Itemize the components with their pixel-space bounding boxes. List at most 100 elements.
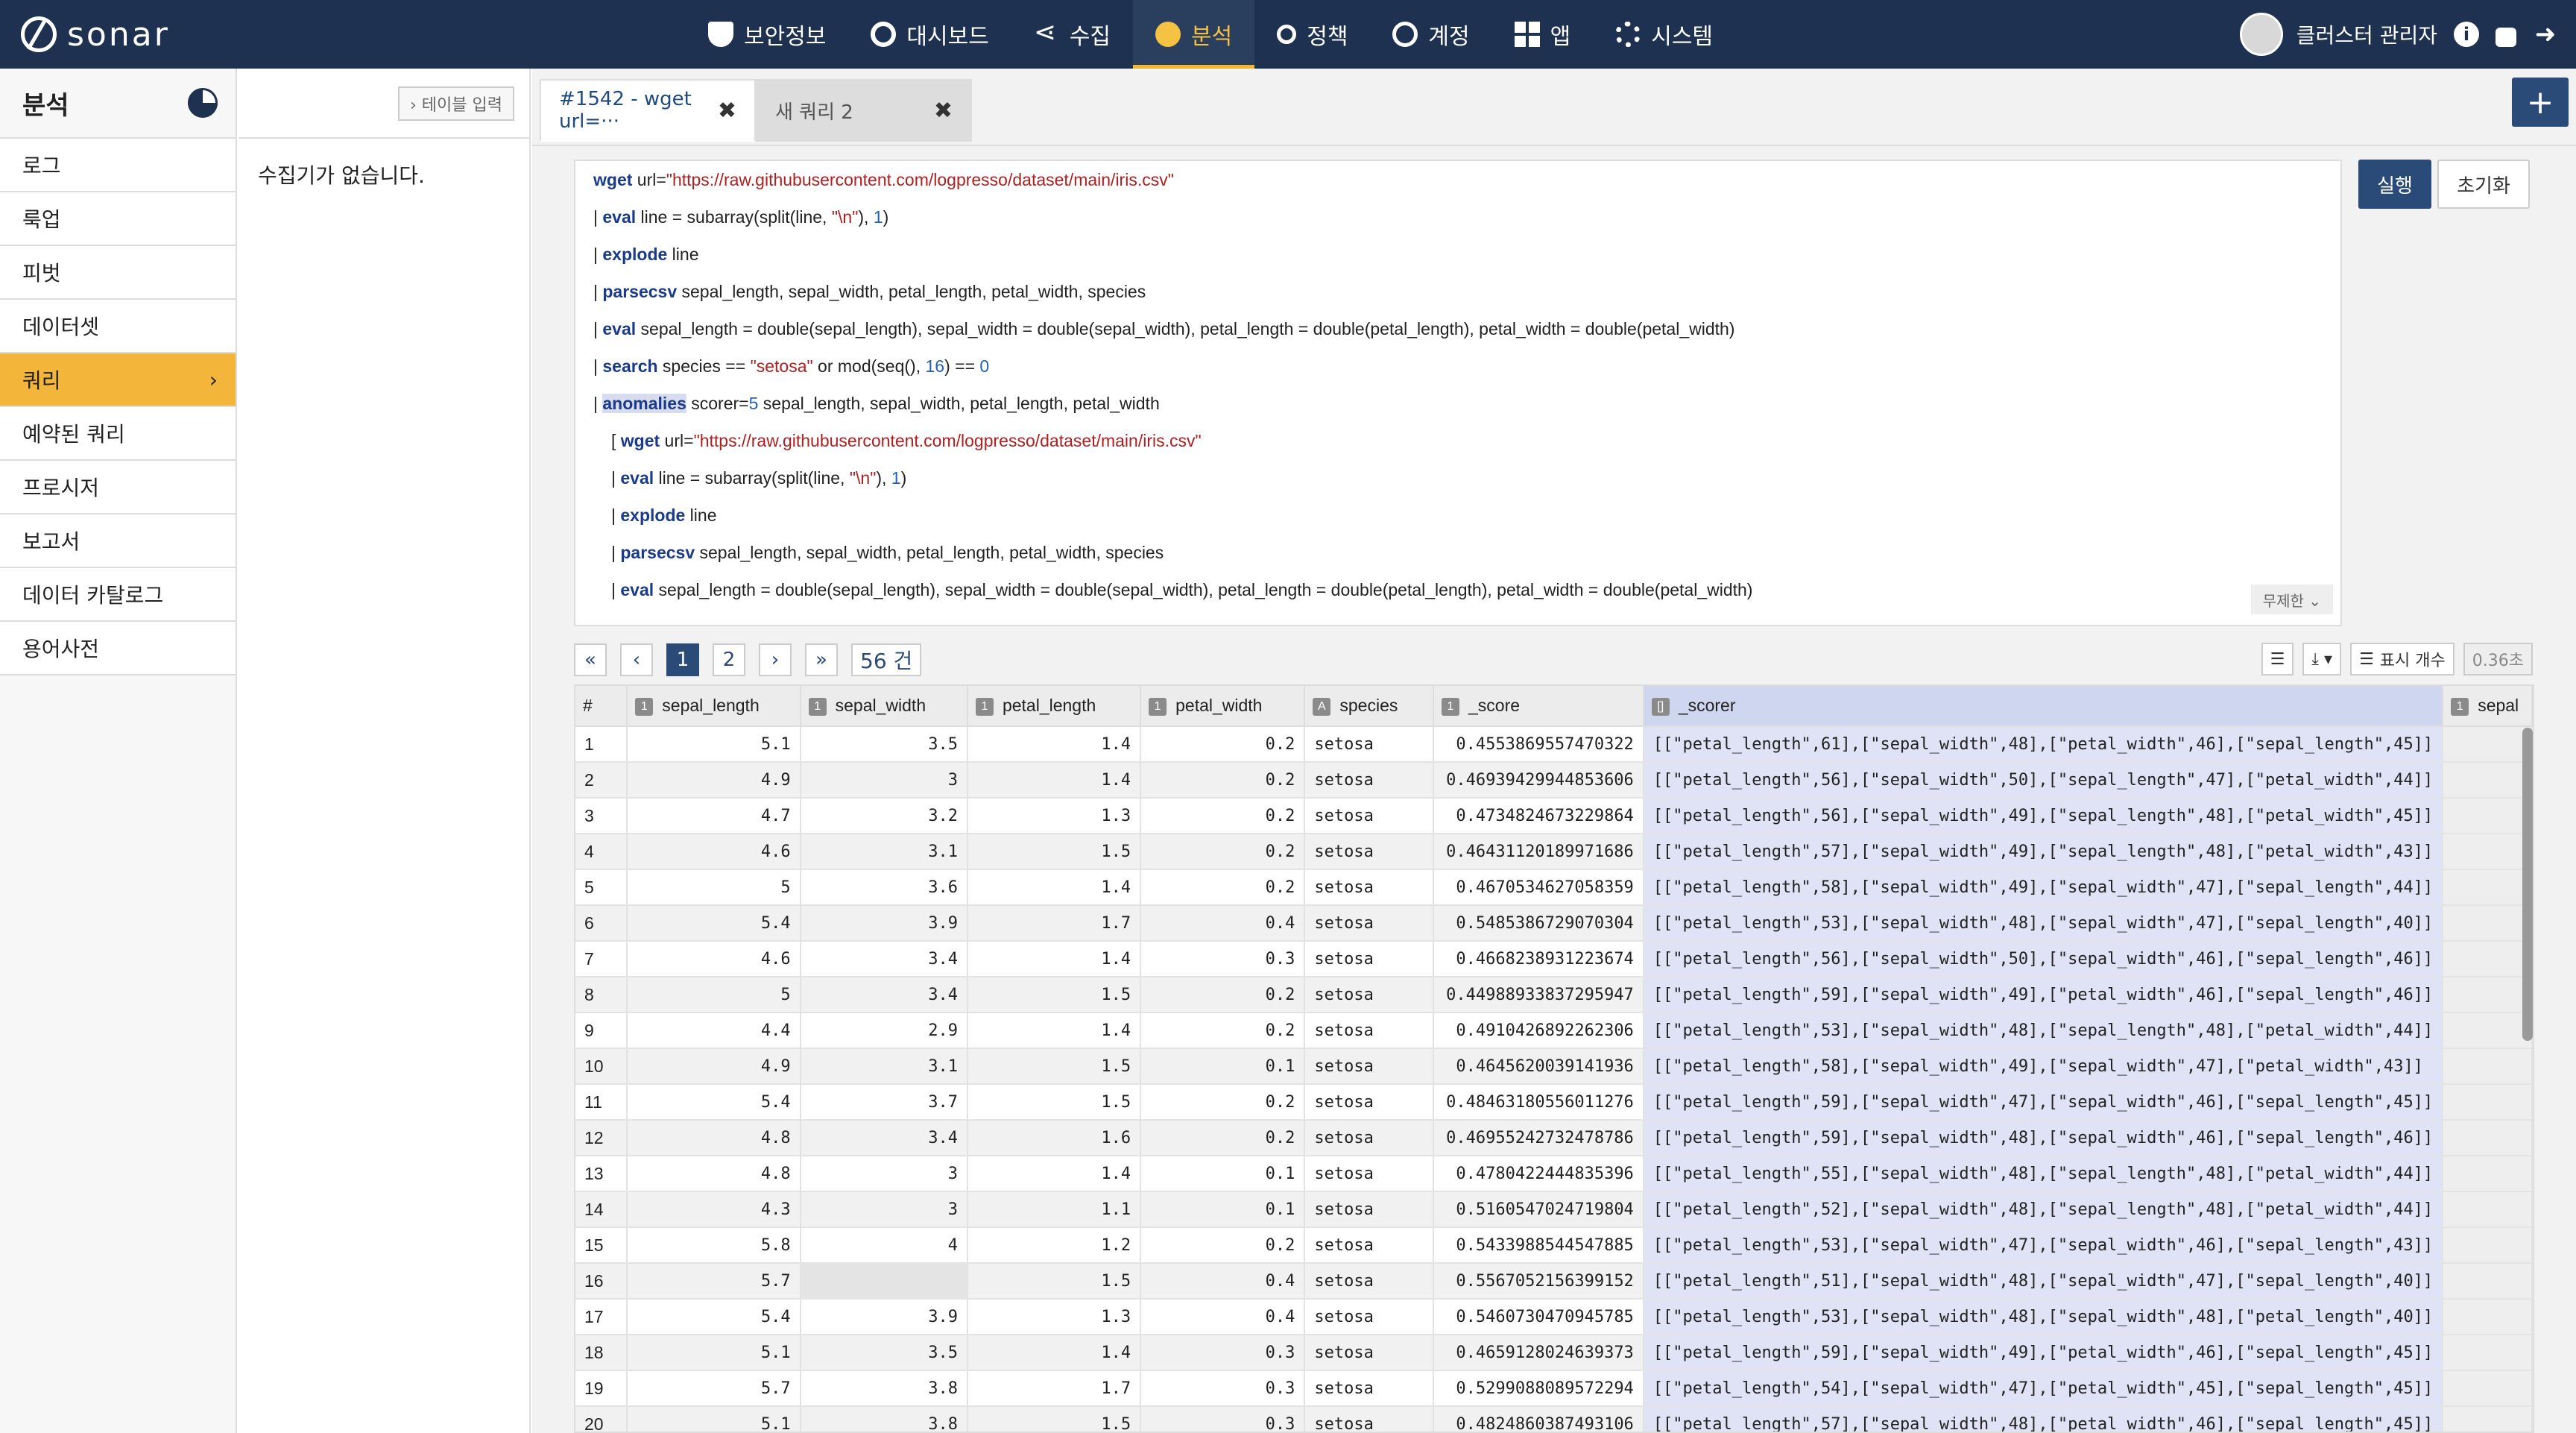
query-line: | eval line = subarray(split(line, "\n")…: [575, 459, 2340, 497]
table-cell: 1.5: [967, 1406, 1142, 1432]
view-toggle-icon[interactable]: ☰: [2261, 643, 2294, 675]
query-editor[interactable]: wget url="https://raw.githubusercontent.…: [574, 160, 2342, 626]
sidebar-item[interactable]: 룩업: [0, 192, 236, 246]
sidebar-item[interactable]: 쿼리 ›: [0, 353, 236, 407]
column-header[interactable]: 1 sepal_width: [800, 686, 968, 727]
column-header[interactable]: #: [575, 686, 628, 727]
sidebar-item[interactable]: 프로시저: [0, 461, 236, 514]
column-header[interactable]: 1 petal_length: [967, 686, 1142, 727]
column-header[interactable]: [] _scorer: [1643, 686, 2444, 727]
lock-icon[interactable]: [2496, 28, 2516, 47]
table-cell: setosa: [1304, 1120, 1434, 1156]
table-input-button[interactable]: › 테이블 입력: [398, 86, 514, 121]
first-page-button[interactable]: «: [574, 643, 607, 676]
sidebar-item[interactable]: 데이터 카탈로그: [0, 568, 236, 622]
vertical-scrollbar[interactable]: [2522, 728, 2533, 1041]
table-cell: 18: [575, 1335, 628, 1371]
nav-item-6[interactable]: 앱: [1492, 0, 1594, 69]
info-icon[interactable]: i: [2454, 22, 2479, 47]
avatar[interactable]: [2239, 13, 2283, 56]
nav-item-1[interactable]: 대시보드: [848, 0, 1011, 69]
table-row[interactable]: 3 4.7 3.2 1.3 0.2 setosa 0.4734824673229864 [["…: [575, 798, 2533, 834]
nav-item-0[interactable]: 보안정보: [686, 0, 848, 69]
table-cell: 2: [575, 762, 628, 799]
table-row[interactable]: 6 5.4 3.9 1.7 0.4 setosa 0.5485386729070304 [["…: [575, 905, 2533, 942]
table-row[interactable]: 2 4.9 3 1.4 0.2 setosa 0.46939429944853606 [["p…: [575, 762, 2533, 799]
table-cell: 3: [800, 762, 968, 799]
page-1-button[interactable]: 1: [666, 643, 699, 676]
table-row[interactable]: 9 4.4 2.9 1.4 0.2 setosa 0.4910426892262306 [["…: [575, 1012, 2533, 1049]
limit-dropdown[interactable]: 무제한 ⌄: [2250, 585, 2333, 614]
table-row[interactable]: 20 5.1 3.8 1.5 0.3 setosa 0.4824860387493106[[…: [575, 1406, 2533, 1432]
table-row[interactable]: 10 4.9 3.1 1.5 0.1 setosa 0.4645620039141936[[…: [575, 1048, 2533, 1085]
table-row[interactable]: 1 5.1 3.5 1.4 0.2 setosa 0.4553869557470322 [["…: [575, 726, 2533, 763]
table-cell: [2443, 1227, 2533, 1264]
reset-button[interactable]: 초기화: [2437, 160, 2530, 209]
tab-new-query-2[interactable]: 새 쿼리 2 ✖: [756, 79, 972, 142]
table-row[interactable]: 12 4.8 3.4 1.6 0.2 setosa 0.46955242732478786[…: [575, 1120, 2533, 1156]
query-token: eval: [620, 468, 654, 488]
table-cell: 5: [627, 869, 801, 906]
table-cell: 3.2: [800, 798, 968, 834]
table-cell: 19: [575, 1370, 628, 1407]
run-button[interactable]: 실행: [2358, 160, 2431, 209]
column-header[interactable]: Aspecies: [1304, 686, 1434, 727]
table-cell: 1.2: [967, 1227, 1142, 1264]
nav-item-2[interactable]: 수집: [1011, 0, 1133, 69]
sidebar-item[interactable]: 용어사전: [0, 622, 236, 675]
sidebar-item[interactable]: 예약된 쿼리: [0, 407, 236, 461]
table-cell: 0.1: [1140, 1048, 1306, 1085]
logo[interactable]: sonar: [21, 13, 170, 55]
display-count-button[interactable]: ☰ 표시 개수: [2350, 643, 2455, 675]
download-icon[interactable]: ⤓ ▾: [2302, 643, 2342, 675]
table-cell: setosa: [1304, 905, 1434, 942]
table-row[interactable]: 16 5.7 1.5 0.4 setosa 0.5567052156399152 [["pe…: [575, 1263, 2533, 1300]
table-cell: 5.4: [627, 1299, 801, 1335]
next-page-button[interactable]: ›: [759, 643, 792, 676]
tab-query-1542[interactable]: #1542 - wget url=··· ✖: [540, 79, 756, 142]
add-tab-button[interactable]: +: [2512, 78, 2569, 127]
table-cell: 1.5: [967, 834, 1142, 870]
column-header[interactable]: 1 sepal: [2443, 686, 2533, 727]
logout-icon[interactable]: ➜: [2533, 19, 2558, 49]
table-cell: [["petal_length",56],["sepal_width",50],…: [1643, 941, 2444, 977]
query-token: line: [685, 506, 717, 525]
nav-item-4[interactable]: 정책: [1254, 0, 1370, 69]
table-row[interactable]: 15 5.8 4 1.2 0.2 setosa 0.5433988544547885 [["p…: [575, 1227, 2533, 1264]
table-row[interactable]: 11 5.4 3.7 1.5 0.2 setosa 0.48463180556011276[…: [575, 1084, 2533, 1121]
nav-item-5[interactable]: 계정: [1370, 0, 1491, 69]
column-header[interactable]: 1 petal_width: [1140, 686, 1306, 727]
sidebar-item[interactable]: 피벗: [0, 246, 236, 300]
nav-item-3[interactable]: 분석: [1133, 0, 1255, 69]
table-row[interactable]: 8 5 3.4 1.5 0.2 setosa 0.44988933837295947 [["p…: [575, 977, 2533, 1013]
table-row[interactable]: 19 5.7 3.8 1.7 0.3 setosa 0.5299088089572294[[…: [575, 1370, 2533, 1407]
table-row[interactable]: 17 5.4 3.9 1.3 0.4 setosa 0.5460730470945785[[…: [575, 1299, 2533, 1335]
user-name[interactable]: 클러스터 관리자: [2296, 19, 2437, 49]
nav-item-7[interactable]: 시스템: [1593, 0, 1735, 69]
prev-page-button[interactable]: ‹: [620, 643, 653, 676]
table-row[interactable]: 14 4.3 3 1.1 0.1 setosa 0.5160547024719804 [["p…: [575, 1191, 2533, 1228]
query-token: ): [883, 207, 889, 227]
column-header[interactable]: 1 _score: [1433, 686, 1644, 727]
sidebar-item[interactable]: 로그: [0, 139, 236, 192]
sidebar-item[interactable]: 보고서: [0, 514, 236, 568]
table-cell: 0.5460730470945785: [1433, 1299, 1644, 1335]
table-cell: 1.4: [967, 1012, 1142, 1049]
gear-icon: [1615, 22, 1641, 47]
table-row[interactable]: 5 5 3.6 1.4 0.2 setosa 0.4670534627058359 [["pe…: [575, 869, 2533, 906]
close-icon[interactable]: ✖: [934, 98, 953, 124]
table-row[interactable]: 18 5.1 3.5 1.4 0.3 setosa 0.4659128024639373[[…: [575, 1335, 2533, 1371]
column-type-badge: 1: [635, 697, 654, 716]
table-cell: 0.4670534627058359: [1433, 869, 1644, 906]
table-row[interactable]: 7 4.6 3.4 1.4 0.3 setosa 0.4668238931223674 [["…: [575, 941, 2533, 977]
table-row[interactable]: 13 4.8 3 1.4 0.1 setosa 0.4780422444835396 [["p…: [575, 1156, 2533, 1192]
table-cell: 5.1: [627, 726, 801, 763]
page-2-button[interactable]: 2: [713, 643, 745, 676]
column-header[interactable]: 1 sepal_length: [627, 686, 801, 727]
close-icon[interactable]: ✖: [718, 98, 736, 124]
table-row[interactable]: 4 4.6 3.1 1.5 0.2 setosa 0.46431120189971686[[…: [575, 834, 2533, 870]
last-page-button[interactable]: »: [805, 643, 838, 676]
column-type-badge: 1: [1149, 697, 1167, 716]
sidebar-item[interactable]: 데이터셋: [0, 300, 236, 353]
table-cell: [2443, 869, 2533, 906]
